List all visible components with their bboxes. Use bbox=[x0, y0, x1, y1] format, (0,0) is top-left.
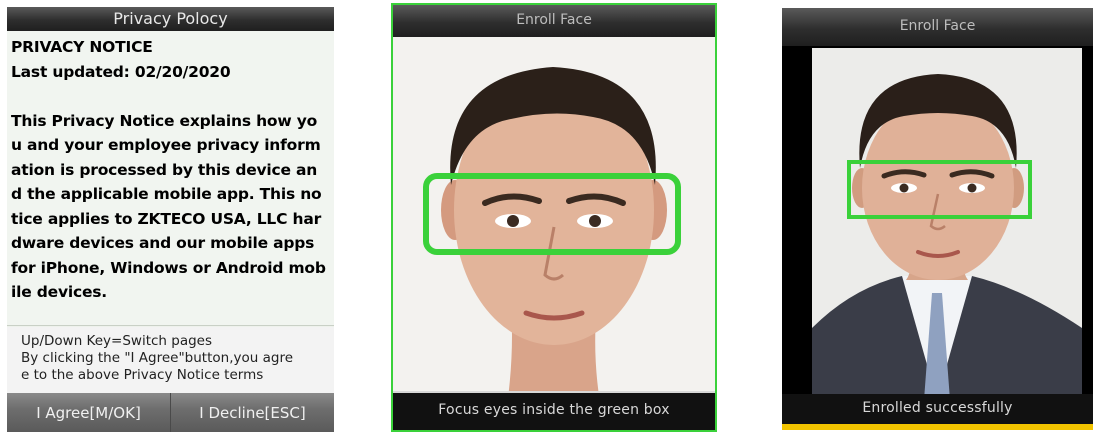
notice-line: Last updated: 02/20/2020 bbox=[11, 62, 231, 81]
hint-line: Up/Down Key=Switch pages bbox=[21, 333, 213, 349]
privacy-button-bar: I Agree[M/OK] I Decline[ESC] bbox=[7, 393, 334, 432]
privacy-policy-screen: Privacy Polocy PRIVACY NOTICE Last updat… bbox=[7, 7, 334, 432]
notice-spacer bbox=[11, 84, 332, 109]
face-camera-preview bbox=[782, 8, 1093, 430]
hint-line: By clicking the "I Agree"button,you agre bbox=[21, 350, 293, 366]
navigation-hint: Up/Down Key=Switch pages By clicking the… bbox=[7, 327, 334, 393]
notice-line: u and your employee privacy inform bbox=[11, 136, 321, 154]
enroll-face-screen-success: Enroll Face Enrolled successfully bbox=[782, 8, 1093, 430]
privacy-title: Privacy Polocy bbox=[7, 7, 334, 31]
enroll-face-title: Enroll Face bbox=[393, 5, 715, 37]
eye-focus-box bbox=[423, 173, 681, 255]
notice-line: for iPhone, Windows or Android mob bbox=[11, 258, 326, 277]
notice-line: ation is processed by this device an bbox=[11, 160, 318, 179]
enroll-face-title: Enroll Face bbox=[782, 8, 1093, 46]
notice-line: d the applicable mobile app. This no bbox=[11, 185, 322, 203]
notice-line: This Privacy Notice explains how yo bbox=[11, 111, 318, 130]
enroll-status-message: Focus eyes inside the green box bbox=[393, 391, 715, 430]
notice-line: tice applies to ZKTECO USA, LLC har bbox=[11, 209, 322, 228]
notice-line: dware devices and our mobile apps bbox=[11, 234, 315, 252]
enroll-face-screen-focus: Enroll Face Focus eyes inside the green … bbox=[391, 3, 717, 432]
hint-line: e to the above Privacy Notice terms bbox=[21, 367, 264, 383]
decline-button[interactable]: I Decline[ESC] bbox=[170, 393, 334, 432]
enroll-status-message: Enrolled successfully bbox=[782, 394, 1093, 430]
eye-focus-box bbox=[847, 160, 1032, 219]
notice-line: ile devices. bbox=[11, 283, 107, 301]
notice-line: PRIVACY NOTICE bbox=[11, 38, 153, 56]
privacy-notice-text[interactable]: PRIVACY NOTICE Last updated: 02/20/2020 … bbox=[7, 31, 334, 326]
agree-button[interactable]: I Agree[M/OK] bbox=[7, 393, 170, 432]
